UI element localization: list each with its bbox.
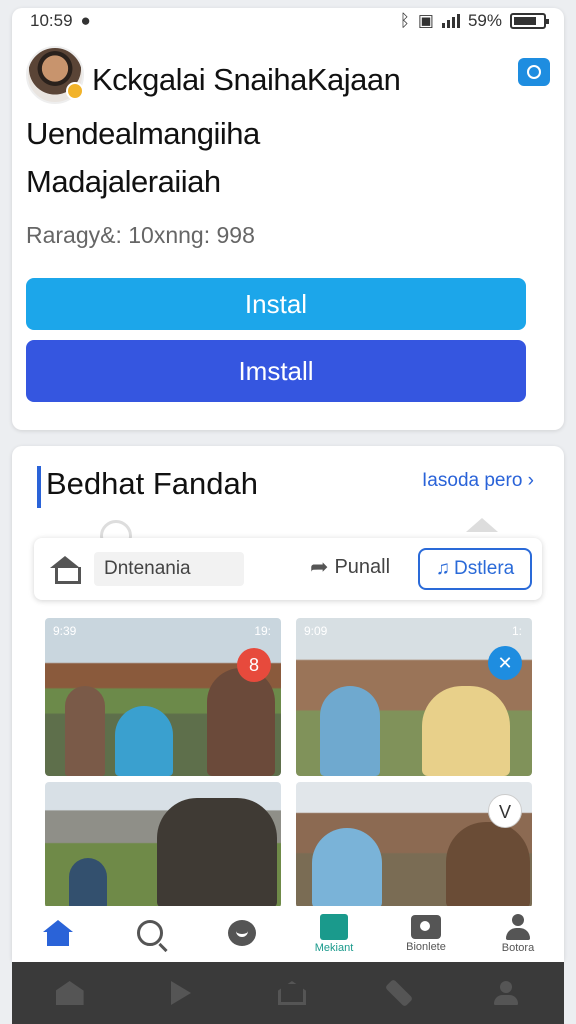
share-action-label: Punall <box>334 555 391 578</box>
nav-search[interactable] <box>104 906 196 962</box>
chat-icon <box>228 920 256 946</box>
avatar[interactable] <box>26 46 84 104</box>
nav-label: Botora <box>501 942 535 954</box>
share-button[interactable] <box>518 58 550 86</box>
grid-icon <box>320 914 348 940</box>
nav-home[interactable] <box>12 906 104 962</box>
photo-status-right: 19: <box>254 624 271 638</box>
app-title-line-2: Uendealmangiiha <box>26 116 260 151</box>
details-label: Dstlera <box>454 558 515 579</box>
nav-label: Bionlete <box>406 941 446 953</box>
app-title-line-3: Madajaleraiiah <box>26 164 221 199</box>
photo-tile-3[interactable] <box>45 782 281 908</box>
photo-badge-icon[interactable]: 8 <box>237 648 271 682</box>
photo-status-left: 9:39 <box>53 624 77 638</box>
nav-messages[interactable] <box>196 906 288 962</box>
status-bar: 10:59 ● ᛒ ▣ 59% <box>30 10 549 32</box>
search-input[interactable] <box>94 552 244 586</box>
section-title: Bedhat Fandah <box>46 466 259 501</box>
photo-person <box>207 668 275 776</box>
photo-person <box>69 858 107 908</box>
tools-icon[interactable] <box>385 978 414 1008</box>
app-meta: Raragy&: 10xnng: 998 <box>26 222 255 248</box>
home-icon <box>43 920 73 946</box>
photo-person <box>320 686 380 776</box>
forward-arrow-icon: ➦ <box>310 554 329 579</box>
photo-badge-icon[interactable]: ✕ <box>488 646 522 680</box>
section-accent-bar <box>37 466 41 508</box>
install-button-secondary[interactable]: Imstall <box>26 340 526 402</box>
user-icon <box>505 914 531 940</box>
play-icon[interactable] <box>170 981 191 1005</box>
nav-media[interactable]: Mekiant <box>288 906 380 962</box>
battery-icon <box>510 13 549 29</box>
location-icon: ● <box>80 11 91 30</box>
nav-profile[interactable]: Botora <box>472 906 564 962</box>
photo-status-right: 1: <box>511 624 522 638</box>
chevron-right-icon: › <box>527 470 534 491</box>
share-icon <box>527 65 541 79</box>
search-icon <box>137 920 163 946</box>
bottom-nav: Mekiant Bionlete Botora <box>12 906 564 962</box>
section-more-label: Iasoda pero <box>422 470 523 491</box>
home-outline-icon[interactable] <box>277 981 306 1005</box>
app-title-line-1: Kckgalai SnaihaKajaan <box>92 62 401 97</box>
camera-icon <box>411 915 441 939</box>
photo-tile-2[interactable]: 9:09 1: ✕ <box>296 618 532 776</box>
account-icon[interactable] <box>492 981 520 1005</box>
vibrate-icon: ▣ <box>417 11 434 30</box>
home-icon[interactable] <box>50 556 81 584</box>
section-more-link[interactable]: Iasoda pero › <box>422 470 534 492</box>
photo-person <box>422 686 510 776</box>
signal-icon <box>441 14 460 28</box>
nav-label: Mekiant <box>314 942 354 954</box>
system-nav-bar <box>12 962 564 1024</box>
photo-tile-1[interactable]: 9:39 19: 8 <box>45 618 281 776</box>
verified-badge-icon <box>66 82 84 100</box>
decorative-triangle-icon <box>466 518 498 532</box>
share-action[interactable]: ➦ Punall <box>310 554 390 580</box>
clock: 10:59 <box>30 11 73 30</box>
photo-person <box>312 828 382 908</box>
photo-tile-4[interactable]: V <box>296 782 532 908</box>
photo-status-left: 9:09 <box>304 624 328 638</box>
bluetooth-icon: ᛒ <box>399 11 410 30</box>
install-button[interactable]: Instal <box>26 278 526 330</box>
photo-person <box>157 798 277 908</box>
photo-badge-icon[interactable]: V <box>488 794 522 828</box>
photo-person <box>446 822 530 908</box>
photo-person <box>115 706 173 776</box>
section-toolbar: ➦Punall ♫Dstlera <box>34 538 542 600</box>
nav-camera[interactable]: Bionlete <box>380 906 472 962</box>
store-icon[interactable] <box>55 981 84 1005</box>
photo-person <box>65 686 105 776</box>
battery-percent: 59% <box>467 11 502 30</box>
chart-icon: ♫ <box>435 558 451 579</box>
details-button[interactable]: ♫ Dstlera <box>418 548 532 590</box>
